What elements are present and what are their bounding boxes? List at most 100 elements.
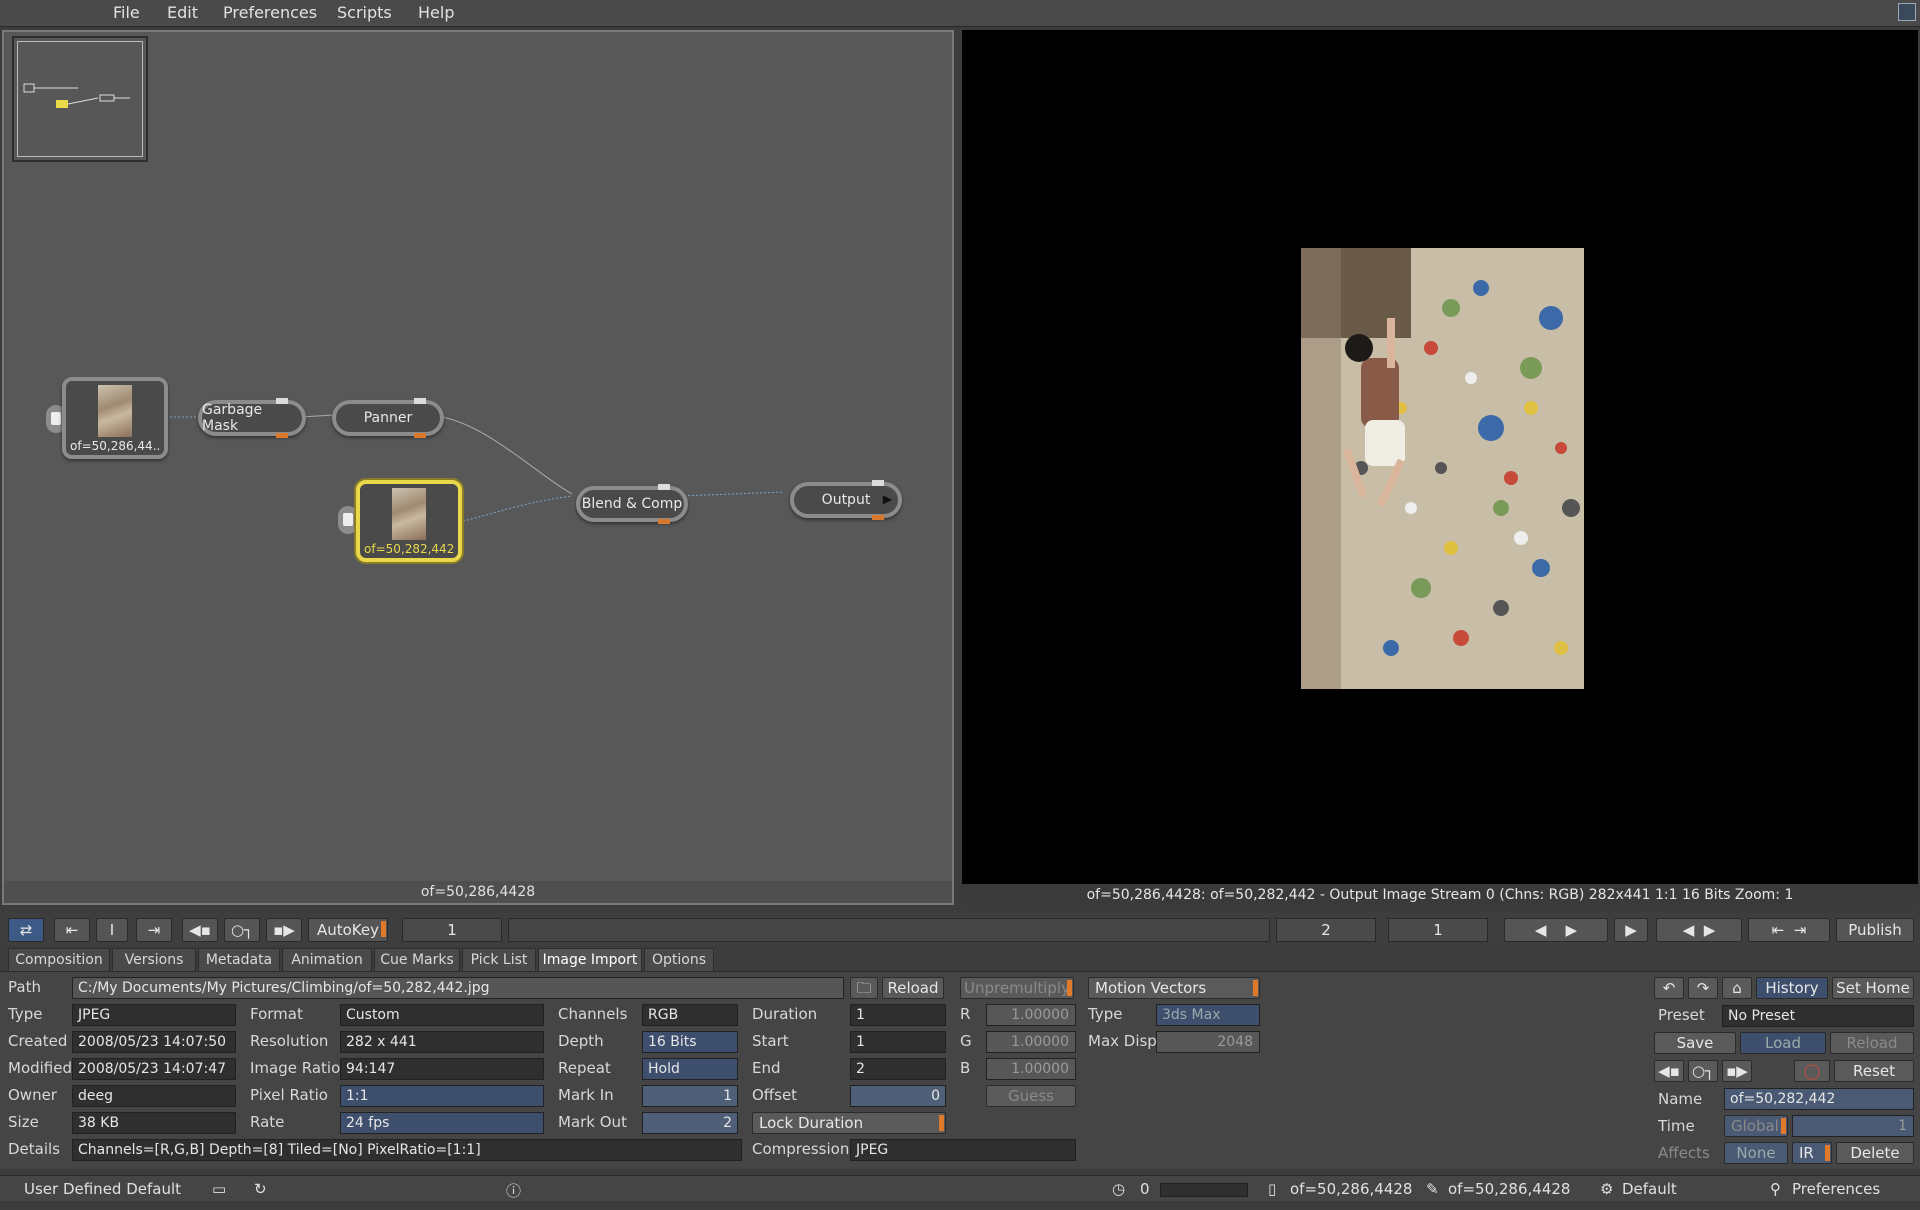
menu-scripts[interactable]: Scripts (337, 3, 392, 22)
history-button[interactable]: History (1756, 977, 1828, 999)
path-reload-button[interactable]: Reload (882, 977, 944, 999)
time-value-field[interactable]: 1 (1792, 1115, 1914, 1137)
status-node-2[interactable]: of=50,286,4428 (1448, 1180, 1570, 1198)
maximize-icon[interactable] (1898, 3, 1916, 21)
menu-help[interactable]: Help (418, 3, 454, 22)
delete-button[interactable]: Delete (1836, 1142, 1914, 1164)
undo-icon[interactable]: ↶ (1654, 977, 1684, 999)
tab-image-import[interactable]: Image Import (538, 948, 642, 972)
node-garbage-mask[interactable]: Garbage Mask (198, 398, 306, 438)
reset-button[interactable]: Reset (1834, 1060, 1914, 1082)
motion-vectors-button[interactable]: Motion Vectors (1088, 977, 1260, 999)
source2-input-plug[interactable] (338, 506, 358, 534)
pixel-ratio-field[interactable]: 1:1 (340, 1085, 544, 1107)
redo-icon[interactable]: ↷ (1688, 977, 1718, 999)
repeat-field[interactable]: Hold (642, 1058, 738, 1080)
step-field[interactable]: 1 (1388, 918, 1488, 942)
tab-cue-marks[interactable]: Cue Marks (374, 948, 460, 972)
document-icon: ▯ (1268, 1180, 1277, 1198)
tab-versions[interactable]: Versions (112, 948, 196, 972)
end-frame-field[interactable]: 2 (1276, 918, 1376, 942)
path-field[interactable]: C:/My Documents/My Pictures/Climbing/of=… (72, 977, 844, 999)
menu-file[interactable]: File (113, 3, 140, 22)
publish-button[interactable]: Publish (1836, 918, 1914, 942)
max-disp-field[interactable]: 2048 (1156, 1031, 1260, 1053)
prev-key-icon[interactable]: ◀▪ (182, 918, 218, 942)
insert-key-icon[interactable]: I (96, 918, 128, 942)
duration-field[interactable]: 1 (850, 1004, 946, 1026)
status-node-1[interactable]: of=50,286,4428 (1290, 1180, 1412, 1198)
tab-metadata[interactable]: Metadata (198, 948, 280, 972)
refresh-icon[interactable]: ↻ (254, 1180, 267, 1198)
channels-field[interactable]: RGB (642, 1004, 738, 1026)
node-blend-comp[interactable]: Blend & Comp (576, 484, 688, 524)
node-source-2-selected[interactable]: of=50,282,442 (356, 480, 462, 562)
go-to-start-icon[interactable]: ⇤ (54, 918, 90, 942)
rate-field[interactable]: 24 fps (340, 1112, 544, 1134)
depth-field[interactable]: 16 Bits (642, 1031, 738, 1053)
lock-duration-button[interactable]: Lock Duration (752, 1112, 946, 1134)
save-button[interactable]: Save (1654, 1032, 1736, 1054)
menu-edit[interactable]: Edit (167, 3, 198, 22)
next-key-small-icon[interactable]: ▪▶ (1722, 1060, 1752, 1082)
image-viewer[interactable]: of=50,286,4428: of=50,282,442 - Output I… (962, 30, 1918, 906)
repeat-label: Repeat (558, 1059, 611, 1077)
record-icon[interactable]: ◯ (1794, 1060, 1830, 1082)
details-label: Details (8, 1140, 61, 1158)
current-frame-field[interactable]: 1 (402, 918, 502, 942)
play-controls[interactable]: ◀ ▶ (1504, 918, 1608, 942)
name-field[interactable]: of=50,282,442 (1724, 1088, 1914, 1110)
layout-book-icon[interactable]: ▭ (212, 1180, 226, 1198)
end-field[interactable]: 2 (850, 1058, 946, 1080)
resolution-field[interactable]: 282 x 441 (340, 1031, 544, 1053)
unpremultiply-label: Unpremultiply (964, 979, 1070, 997)
autokey-button[interactable]: AutoKey (308, 918, 388, 942)
link-toggle-icon[interactable]: ⇄ (8, 918, 44, 942)
ir-button[interactable]: IR (1792, 1142, 1832, 1164)
jump-icons[interactable]: ⇤ ⇥ (1748, 918, 1830, 942)
load-button[interactable]: Load (1740, 1032, 1826, 1054)
affects-button[interactable]: None (1724, 1142, 1788, 1164)
r-field[interactable]: 1.00000 (986, 1004, 1076, 1026)
info-icon[interactable]: ⓘ (506, 1180, 521, 1201)
node-graph-panel[interactable]: of=50,286,44... Garbage Mask Panner of=5… (2, 30, 954, 905)
tab-animation[interactable]: Animation (282, 948, 372, 972)
g-field[interactable]: 1.00000 (986, 1031, 1076, 1053)
preferences-status-button[interactable]: Preferences (1792, 1180, 1880, 1198)
guess-button[interactable]: Guess (986, 1085, 1076, 1107)
layout-label[interactable]: User Defined Default (24, 1180, 181, 1198)
prev-key-small-icon[interactable]: ◀▪ (1654, 1060, 1684, 1082)
browse-folder-icon[interactable]: 🗀 (850, 977, 878, 999)
home-icon[interactable]: ⌂ (1722, 977, 1752, 999)
node-source-1[interactable]: of=50,286,44... (62, 377, 168, 459)
b-field[interactable]: 1.00000 (986, 1058, 1076, 1080)
key-small-icon[interactable]: ○┐ (1688, 1060, 1718, 1082)
compression-field[interactable]: JPEG (850, 1139, 1076, 1161)
unpremultiply-button[interactable]: Unpremultiply (960, 977, 1074, 999)
offset-field[interactable]: 0 (850, 1085, 946, 1107)
format-field[interactable]: Custom (340, 1004, 544, 1026)
frame-step-icons[interactable]: ◀ ▶ (1656, 918, 1742, 942)
image-ratio-field[interactable]: 94:147 (340, 1058, 544, 1080)
tab-composition[interactable]: Composition (8, 948, 110, 972)
mv-type-field[interactable]: 3ds Max (1156, 1004, 1260, 1026)
play-icon[interactable]: ▶ (1614, 918, 1648, 942)
go-to-end-icon[interactable]: ⇥ (136, 918, 172, 942)
node-panner[interactable]: Panner (332, 398, 444, 438)
timeline-scrubber[interactable] (508, 918, 1270, 942)
tab-options[interactable]: Options (644, 948, 714, 972)
time-mode-button[interactable]: Global (1724, 1115, 1788, 1137)
preset-field[interactable]: No Preset (1722, 1005, 1914, 1027)
menu-preferences[interactable]: Preferences (223, 3, 317, 22)
node-output[interactable]: Output ▶ (790, 480, 902, 520)
mark-out-field[interactable]: 2 (642, 1112, 738, 1134)
format-label: Format (250, 1005, 303, 1023)
next-key-icon[interactable]: ▪▶ (266, 918, 302, 942)
key-icon[interactable]: ○┐ (224, 918, 260, 942)
mark-in-field[interactable]: 1 (642, 1085, 738, 1107)
theme-label[interactable]: Default (1622, 1180, 1677, 1198)
preset-reload-button[interactable]: Reload (1830, 1032, 1914, 1054)
set-home-button[interactable]: Set Home (1832, 977, 1914, 999)
tab-pick-list[interactable]: Pick List (462, 948, 536, 972)
start-field[interactable]: 1 (850, 1031, 946, 1053)
